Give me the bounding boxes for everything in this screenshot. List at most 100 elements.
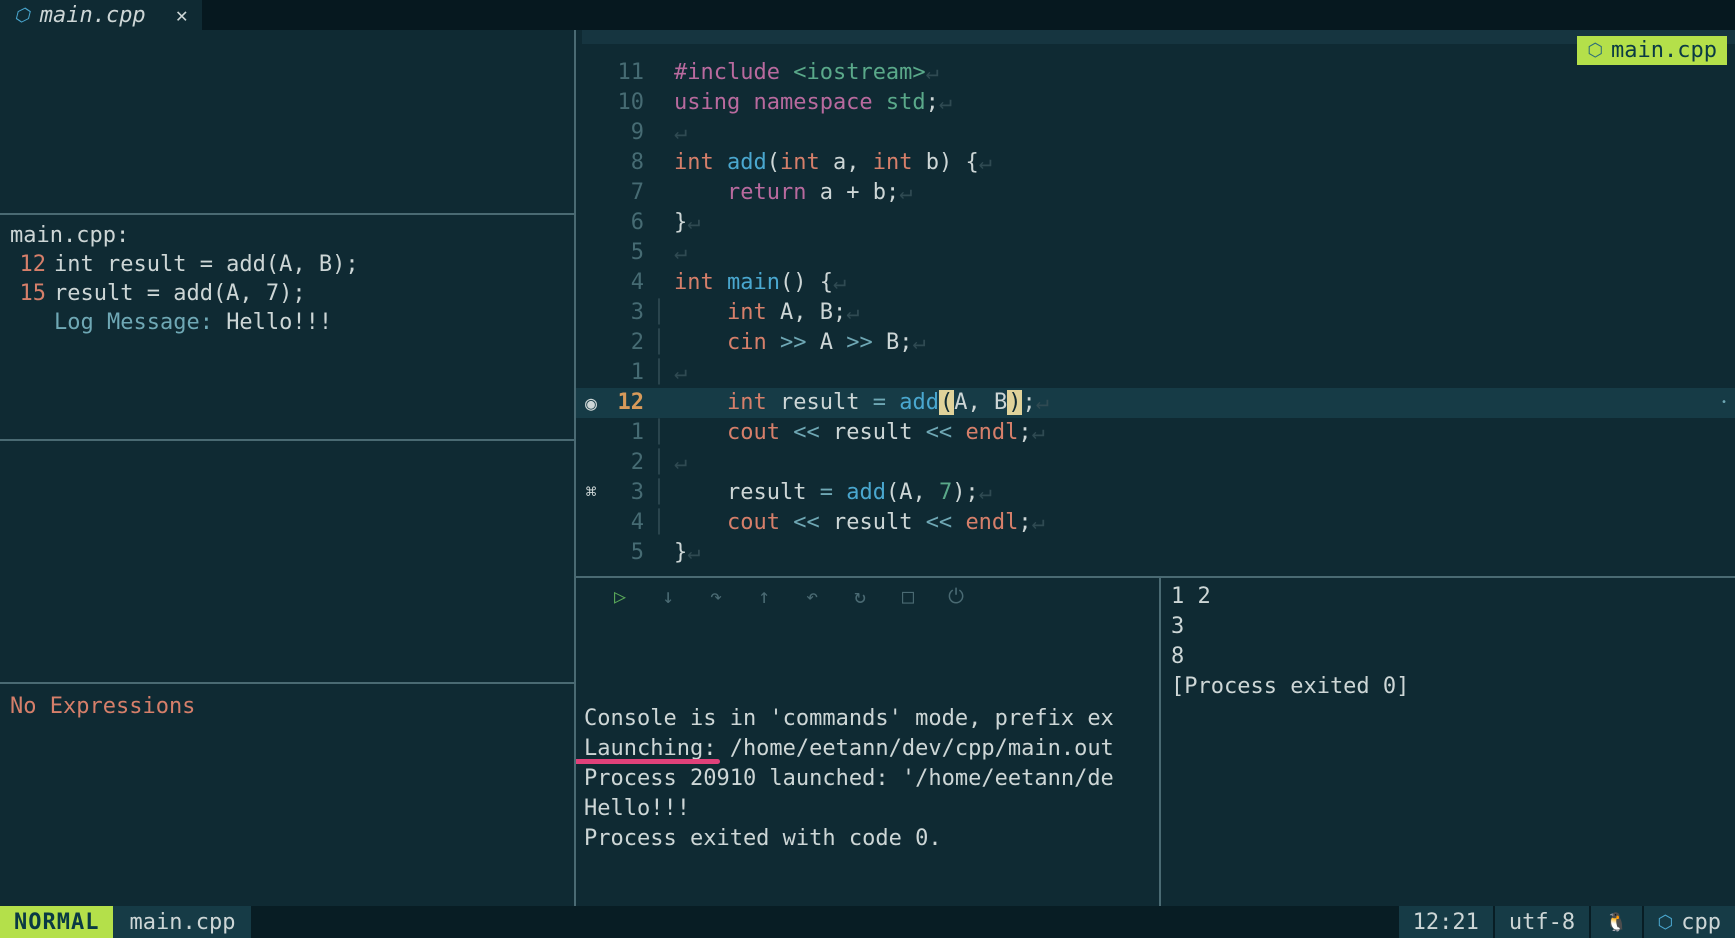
code-text: #include <iostream>↵: [668, 58, 939, 88]
code-text: using namespace std;↵: [668, 88, 952, 118]
line-number: 2: [606, 448, 650, 478]
log-value: Hello!!!: [226, 310, 332, 335]
linux-icon: 🐧: [1605, 912, 1627, 933]
editor-top-shade: [582, 30, 1735, 44]
output-line: [Process exited 0]: [1171, 672, 1725, 702]
expressions-pane[interactable]: No Expressions: [0, 684, 574, 906]
tab-bar: ⬡ main.cpp ✕: [0, 0, 1735, 30]
debug-toolbar: ▷ ↓ ↷ ↑ ↶ ↻ □ ⏻: [576, 578, 1159, 612]
code-line[interactable]: 8int add(int a, int b) {↵: [576, 148, 1735, 178]
console-line: Process exited with code 0.: [584, 824, 1151, 854]
breakpoint-text: int result = add(A, B);: [54, 250, 359, 279]
line-number: 3: [606, 298, 650, 328]
code-line[interactable]: 3│ int A, B;↵: [576, 298, 1735, 328]
code-line[interactable]: ◉ 12 int result = add(A, B);↵ •: [576, 388, 1735, 418]
code-line[interactable]: 5 }↵: [576, 538, 1735, 568]
line-number: 7: [606, 178, 650, 208]
fold-column: │: [650, 358, 668, 388]
code-text: cout << result << endl;↵: [668, 418, 1045, 448]
stack-pane[interactable]: [0, 441, 574, 684]
breakpoint-line-number: 12: [10, 250, 46, 279]
log-key: Log Message:: [54, 310, 226, 335]
console-line: Console is in 'commands' mode, prefix ex: [584, 704, 1151, 734]
code-line[interactable]: 6 }↵: [576, 208, 1735, 238]
no-expressions-label: No Expressions: [10, 694, 564, 719]
filetype-label: cpp: [1681, 910, 1721, 935]
code-text: cin >> A >> B;↵: [668, 328, 926, 358]
code-line[interactable]: 2│ cin >> A >> B;↵: [576, 328, 1735, 358]
code-line[interactable]: 11 #include <iostream>↵: [576, 58, 1735, 88]
fold-column: │: [650, 508, 668, 538]
program-output[interactable]: 1 238[Process exited 0]: [1161, 578, 1735, 906]
line-number: 2: [606, 328, 650, 358]
status-filename: main.cpp: [113, 906, 251, 938]
close-icon[interactable]: ✕: [176, 3, 188, 27]
code-text: int main() {↵: [668, 268, 846, 298]
code-text: }↵: [668, 208, 701, 238]
line-number: 4: [606, 508, 650, 538]
variables-pane[interactable]: [0, 30, 574, 215]
stop-icon[interactable]: □: [896, 584, 920, 608]
code-line[interactable]: 10using namespace std;↵: [576, 88, 1735, 118]
code-line[interactable]: 4│ cout << result << endl;↵: [576, 508, 1735, 538]
gutter-sign[interactable]: ◉: [576, 388, 606, 418]
line-number: 1: [606, 418, 650, 448]
continue-icon[interactable]: ▷: [608, 584, 632, 608]
gutter-sign[interactable]: ⌘: [576, 478, 606, 508]
status-bar: NORMAL main.cpp 12:21 utf-8 🐧 ⬡ cpp: [0, 906, 1735, 938]
code-text: }↵: [668, 538, 701, 568]
code-text: ↵: [668, 358, 687, 388]
code-line[interactable]: 5↵: [576, 238, 1735, 268]
restart-icon[interactable]: ↻: [848, 584, 872, 608]
code-line[interactable]: 9↵: [576, 118, 1735, 148]
os-indicator: 🐧: [1589, 906, 1641, 938]
code-line[interactable]: 1│ cout << result << endl;↵: [576, 418, 1735, 448]
breakpoint-icon[interactable]: ◉: [585, 388, 597, 418]
step-back-icon[interactable]: ↶: [800, 584, 824, 608]
output-line: 3: [1171, 612, 1725, 642]
breakpoint-item[interactable]: 15 result = add(A, 7);: [10, 279, 564, 308]
step-over-icon[interactable]: ↷: [704, 584, 728, 608]
code-line[interactable]: 4 int main() {↵: [576, 268, 1735, 298]
cpp-icon: ⬡: [14, 5, 30, 26]
line-number: 5: [606, 538, 650, 568]
fold-column: │: [650, 328, 668, 358]
line-number: 12: [606, 388, 650, 418]
breakpoint-text: result = add(A, 7);: [54, 279, 306, 308]
line-number: 4: [606, 268, 650, 298]
code-text: int result = add(A, B);↵: [668, 388, 1049, 418]
line-number: 6: [606, 208, 650, 238]
code-line[interactable]: 7 return a + b;↵: [576, 178, 1735, 208]
line-number: 11: [606, 58, 650, 88]
code-text: ↵: [668, 238, 687, 268]
fold-column: │: [650, 478, 668, 508]
debug-console[interactable]: ▷ ↓ ↷ ↑ ↶ ↻ □ ⏻ Console is in 'commands'…: [576, 578, 1161, 906]
breakpoint-line-number: 15: [10, 279, 46, 308]
cpp-icon: ⬡: [1658, 912, 1674, 933]
editor[interactable]: ⬡ main.cpp 11#include <iostream>↵10using…: [576, 30, 1735, 576]
line-number: 1: [606, 358, 650, 388]
breakpoint-log: Log Message: Hello!!!: [10, 308, 564, 337]
step-into-icon[interactable]: ↓: [656, 584, 680, 608]
code-text: ↵: [668, 118, 687, 148]
tab-main-cpp[interactable]: ⬡ main.cpp ✕: [0, 0, 202, 30]
left-panel: main.cpp: 12 int result = add(A, B); 15 …: [0, 30, 576, 906]
power-icon[interactable]: ⏻: [944, 584, 968, 608]
logpoint-icon[interactable]: ⌘: [586, 478, 597, 508]
line-number: 8: [606, 148, 650, 178]
fold-column: │: [650, 448, 668, 478]
output-line: 1 2: [1171, 582, 1725, 612]
breakpoints-pane[interactable]: main.cpp: 12 int result = add(A, B); 15 …: [0, 215, 574, 441]
breakpoint-item[interactable]: 12 int result = add(A, B);: [10, 250, 564, 279]
highlight-mark: [576, 759, 720, 764]
output-line: 8: [1171, 642, 1725, 672]
code-text: ↵: [668, 448, 687, 478]
step-out-icon[interactable]: ↑: [752, 584, 776, 608]
console-line: Hello!!!: [584, 794, 1151, 824]
line-number: 9: [606, 118, 650, 148]
code-line[interactable]: 2│↵: [576, 448, 1735, 478]
code-line[interactable]: ⌘3│ result = add(A, 7);↵: [576, 478, 1735, 508]
code-line[interactable]: 1│↵: [576, 358, 1735, 388]
line-marker: •: [1721, 388, 1727, 418]
filetype: ⬡ cpp: [1642, 906, 1735, 938]
